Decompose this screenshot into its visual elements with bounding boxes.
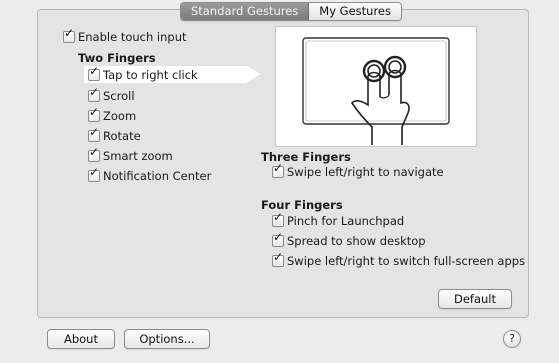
options-button[interactable]: Options... [124, 329, 210, 349]
swipe-fullscreen-checkbox[interactable]: ✓ Swipe left/right to switch full-screen… [272, 250, 526, 268]
tap-to-right-click-checkbox[interactable]: ✓ Tap to right click [88, 64, 198, 82]
zoom-checkbox[interactable]: ✓ Zoom [88, 105, 137, 123]
pinch-launchpad-checkbox[interactable]: ✓ Pinch for Launchpad [272, 210, 405, 228]
spread-desktop-label: Spread to show desktop [287, 234, 426, 248]
check-icon: ✓ [89, 85, 100, 99]
checkbox-box[interactable]: ✓ [88, 64, 100, 81]
swipe-fullscreen-label: Swipe left/right to switch full-screen a… [287, 254, 526, 268]
scroll-checkbox[interactable]: ✓ Scroll [88, 85, 135, 103]
check-icon: ✓ [89, 125, 100, 139]
enable-touch-label: Enable touch input [78, 30, 187, 44]
check-icon: ✓ [273, 161, 284, 175]
tab-my-gestures[interactable]: My Gestures [309, 3, 401, 20]
checkbox-box[interactable]: ✓ [63, 26, 75, 43]
tab-standard-gestures[interactable]: Standard Gestures [181, 3, 310, 20]
smart-zoom-label: Smart zoom [103, 149, 173, 163]
check-icon: ✓ [64, 26, 75, 40]
checkbox-box[interactable]: ✓ [88, 85, 100, 102]
notification-center-label: Notification Center [103, 169, 212, 183]
tap-to-right-click-label: Tap to right click [103, 68, 198, 82]
checkbox-box[interactable]: ✓ [88, 165, 100, 182]
smart-zoom-checkbox[interactable]: ✓ Smart zoom [88, 145, 173, 163]
checkbox-box[interactable]: ✓ [88, 125, 100, 142]
check-icon: ✓ [89, 165, 100, 179]
swipe-navigate-checkbox[interactable]: ✓ Swipe left/right to navigate [272, 161, 444, 179]
check-icon: ✓ [89, 145, 100, 159]
default-button[interactable]: Default [438, 289, 512, 309]
pinch-launchpad-label: Pinch for Launchpad [287, 214, 405, 228]
about-button[interactable]: About [47, 329, 115, 349]
checkbox-box[interactable]: ✓ [272, 230, 284, 247]
checkbox-box[interactable]: ✓ [88, 145, 100, 162]
check-icon: ✓ [273, 230, 284, 244]
check-icon: ✓ [89, 105, 100, 119]
check-icon: ✓ [89, 64, 100, 78]
two-finger-tap-illustration [302, 37, 450, 145]
checkbox-box[interactable]: ✓ [272, 161, 284, 178]
checkbox-box[interactable]: ✓ [272, 210, 284, 227]
check-icon: ✓ [273, 210, 284, 224]
enable-touch-checkbox[interactable]: ✓ Enable touch input [63, 26, 187, 44]
rotate-checkbox[interactable]: ✓ Rotate [88, 125, 141, 143]
gesture-preview [275, 26, 477, 147]
checkbox-box[interactable]: ✓ [88, 105, 100, 122]
check-icon: ✓ [273, 250, 284, 264]
checkbox-box[interactable]: ✓ [272, 250, 284, 267]
rotate-label: Rotate [103, 129, 141, 143]
spread-desktop-checkbox[interactable]: ✓ Spread to show desktop [272, 230, 426, 248]
scroll-label: Scroll [103, 89, 135, 103]
swipe-navigate-label: Swipe left/right to navigate [287, 165, 444, 179]
help-button[interactable]: ? [503, 330, 521, 348]
zoom-label: Zoom [103, 109, 137, 123]
tab-bar: Standard Gestures My Gestures [180, 2, 402, 21]
two-fingers-heading: Two Fingers [78, 51, 156, 65]
selected-row-arrow [247, 66, 261, 82]
notification-center-checkbox[interactable]: ✓ Notification Center [88, 165, 212, 183]
